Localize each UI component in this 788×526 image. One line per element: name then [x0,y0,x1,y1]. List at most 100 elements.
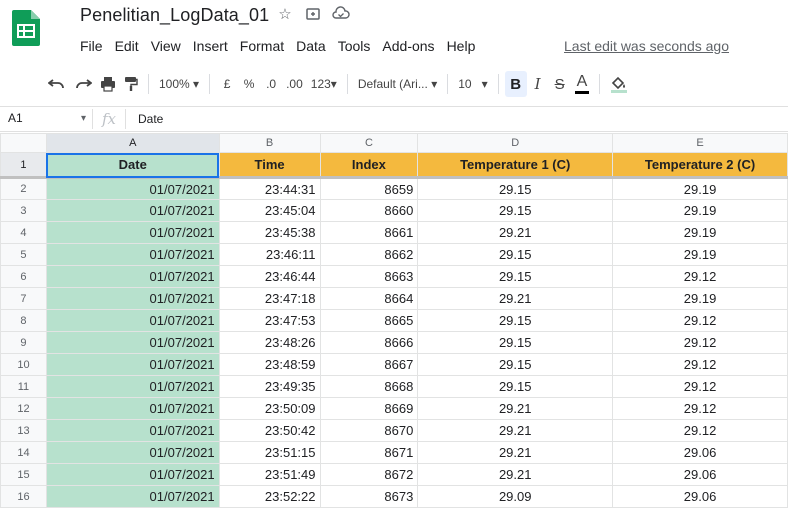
temperature-2-cell[interactable]: 29.06 [612,463,788,486]
row-header[interactable]: 2 [0,177,47,200]
temperature-2-cell[interactable]: 29.12 [612,353,788,376]
time-cell[interactable]: 23:47:18 [218,287,321,310]
time-cell[interactable]: 23:50:09 [218,397,321,420]
date-cell[interactable]: 01/07/2021 [45,441,220,464]
index-cell[interactable]: 8660 [319,199,419,222]
date-cell[interactable]: 01/07/2021 [45,419,220,442]
temperature-1-cell[interactable]: 29.21 [417,463,614,486]
date-cell[interactable]: 01/07/2021 [45,485,220,508]
row-header[interactable]: 6 [0,265,47,288]
index-cell[interactable]: 8662 [319,243,419,266]
cloud-status-icon[interactable] [332,6,350,24]
font-select[interactable]: Default (Ari... ▾ [354,71,441,97]
temperature-2-cell[interactable]: 29.12 [612,419,788,442]
temperature-2-cell[interactable]: 29.06 [612,441,788,464]
index-cell[interactable]: 8663 [319,265,419,288]
temperature-2-cell[interactable]: 29.12 [612,331,788,354]
name-box[interactable]: A1 ▾ [0,111,92,127]
temperature-2-cell[interactable]: 29.19 [612,287,788,310]
temperature-1-cell[interactable]: 29.15 [417,177,614,200]
temperature-2-cell[interactable]: 29.19 [612,199,788,222]
temperature-2-cell[interactable]: 29.19 [612,243,788,266]
percent-format-button[interactable]: % [238,71,260,97]
time-cell[interactable]: 23:44:31 [218,177,321,200]
row-header[interactable]: 14 [0,441,47,464]
index-cell[interactable]: 8659 [319,177,419,200]
row-header[interactable]: 3 [0,199,47,222]
index-cell[interactable]: 8666 [319,331,419,354]
formula-input[interactable]: Date [126,112,163,126]
more-formats-select[interactable]: 123 ▾ [307,71,341,97]
menu-view[interactable]: View [145,36,187,56]
temperature-1-cell[interactable]: 29.09 [417,485,614,508]
header-cell-time[interactable]: Time [218,152,321,179]
row-header[interactable]: 12 [0,397,47,420]
time-cell[interactable]: 23:48:26 [218,331,321,354]
temperature-2-cell[interactable]: 29.19 [612,221,788,244]
time-cell[interactable]: 23:49:35 [218,375,321,398]
time-cell[interactable]: 23:51:15 [218,441,321,464]
time-cell[interactable]: 23:52:22 [218,485,321,508]
index-cell[interactable]: 8671 [319,441,419,464]
temperature-1-cell[interactable]: 29.15 [417,199,614,222]
strikethrough-button[interactable]: S [549,71,571,97]
row-header[interactable]: 7 [0,287,47,310]
row-header[interactable]: 9 [0,331,47,354]
font-size-select[interactable]: 10 ▾ [454,71,491,97]
row-header[interactable]: 4 [0,221,47,244]
select-all-corner[interactable] [0,133,47,153]
temperature-1-cell[interactable]: 29.21 [417,441,614,464]
undo-icon[interactable] [44,71,70,97]
bold-button[interactable]: B [504,71,527,97]
currency-format-button[interactable]: £ [216,71,238,97]
redo-icon[interactable] [70,71,96,97]
time-cell[interactable]: 23:51:49 [218,463,321,486]
time-cell[interactable]: 23:45:04 [218,199,321,222]
temperature-2-cell[interactable]: 29.12 [612,375,788,398]
time-cell[interactable]: 23:46:44 [218,265,321,288]
time-cell[interactable]: 23:45:38 [218,221,321,244]
index-cell[interactable]: 8664 [319,287,419,310]
menu-insert[interactable]: Insert [187,36,234,56]
column-header-e[interactable]: E [612,133,788,153]
header-cell-temperature-2[interactable]: Temperature 2 (C) [612,152,788,179]
column-header-a[interactable]: A [45,133,220,153]
index-cell[interactable]: 8661 [319,221,419,244]
time-cell[interactable]: 23:50:42 [218,419,321,442]
date-cell[interactable]: 01/07/2021 [45,309,220,332]
temperature-2-cell[interactable]: 29.12 [612,309,788,332]
paint-format-icon[interactable] [120,71,142,97]
row-header[interactable]: 11 [0,375,47,398]
zoom-select[interactable]: 100% ▾ [155,71,203,97]
date-cell[interactable]: 01/07/2021 [45,397,220,420]
date-cell[interactable]: 01/07/2021 [45,463,220,486]
date-cell[interactable]: 01/07/2021 [45,265,220,288]
row-header[interactable]: 13 [0,419,47,442]
menu-tools[interactable]: Tools [332,36,377,56]
date-cell[interactable]: 01/07/2021 [45,353,220,376]
header-cell-date[interactable]: Date [45,152,220,179]
temperature-1-cell[interactable]: 29.15 [417,353,614,376]
decrease-decimal-button[interactable]: .0 [260,71,282,97]
index-cell[interactable]: 8665 [319,309,419,332]
index-cell[interactable]: 8673 [319,485,419,508]
index-cell[interactable]: 8672 [319,463,419,486]
date-cell[interactable]: 01/07/2021 [45,199,220,222]
temperature-1-cell[interactable]: 29.15 [417,331,614,354]
temperature-1-cell[interactable]: 29.15 [417,309,614,332]
header-cell-index[interactable]: Index [319,152,419,179]
sheets-logo-icon[interactable] [12,10,40,46]
temperature-1-cell[interactable]: 29.15 [417,243,614,266]
temperature-2-cell[interactable]: 29.19 [612,177,788,200]
time-cell[interactable]: 23:46:11 [218,243,321,266]
italic-button[interactable]: I [527,71,549,97]
temperature-2-cell[interactable]: 29.12 [612,265,788,288]
move-to-folder-icon[interactable] [304,6,322,24]
time-cell[interactable]: 23:48:59 [218,353,321,376]
row-header[interactable]: 15 [0,463,47,486]
document-title[interactable]: Penelitian_LogData_01 [80,5,269,26]
row-header[interactable]: 16 [0,485,47,508]
last-edit-link[interactable]: Last edit was seconds ago [564,36,729,56]
increase-decimal-button[interactable]: .00 [282,71,307,97]
row-header[interactable]: 1 [0,152,47,179]
